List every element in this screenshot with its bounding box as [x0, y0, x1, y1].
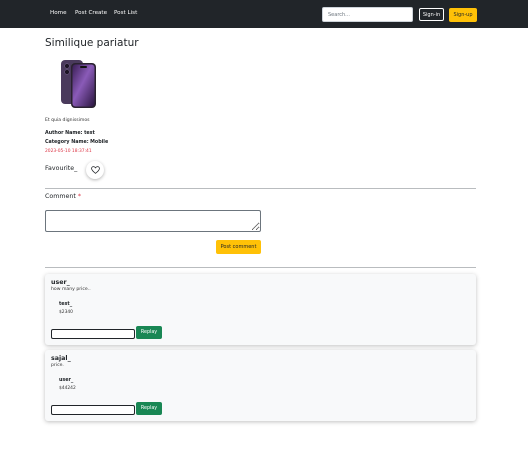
comment-user: sajal_ — [51, 355, 71, 362]
reply-input[interactable] — [51, 405, 135, 415]
comment-card: sajal_ price. user_ $44242 Replay — [45, 350, 476, 421]
comment-text: how many price.. — [51, 287, 91, 292]
reply-text: $2340 — [59, 310, 73, 315]
author-label: Author Name: — [45, 131, 83, 136]
required-mark: * — [77, 193, 82, 200]
comment-user: user_ — [51, 279, 70, 286]
author-line: Author Name: test — [45, 131, 95, 136]
replay-button[interactable]: Replay — [136, 402, 162, 415]
post-title: Similique pariatur — [45, 37, 139, 49]
sign-in-button[interactable]: Sign-in — [419, 8, 444, 21]
replay-button[interactable]: Replay — [136, 326, 162, 339]
comment-text: price. — [51, 363, 64, 368]
comment-label-text: Comment — [45, 193, 76, 200]
sign-up-button[interactable]: Sign-up — [449, 8, 477, 22]
reply-user: test_ — [59, 302, 73, 307]
reply-user: user_ — [59, 378, 74, 383]
category-label: Category Name: — [45, 140, 89, 145]
nav-post-create-link[interactable]: Post Create — [75, 10, 107, 16]
divider — [45, 267, 476, 268]
divider — [45, 188, 476, 189]
comment-textarea[interactable] — [45, 210, 261, 232]
search-input[interactable] — [322, 7, 413, 22]
comment-label: Comment * — [45, 193, 81, 200]
comment-card: user_ how many price.. test_ $2340 Repla… — [45, 274, 476, 345]
favourite-label: Favourite_ — [45, 165, 78, 172]
post-description: Et quia dignissimos — [45, 118, 90, 123]
post-timestamp: 2023-05-10 18:37:41 — [45, 149, 92, 154]
nav-home-link[interactable]: Home — [50, 10, 67, 16]
nav-post-list-link[interactable]: Post List — [114, 10, 137, 16]
category-line: Category Name: Mobile — [45, 140, 108, 145]
navbar: Home Post Create Post List Sign-in Sign-… — [0, 0, 528, 28]
category-name: Mobile — [90, 140, 109, 145]
heart-icon — [90, 166, 100, 174]
reply-text: $44242 — [59, 386, 76, 391]
post-image — [61, 60, 96, 108]
favourite-button[interactable] — [86, 161, 104, 179]
reply-input[interactable] — [51, 329, 135, 339]
author-name: test — [84, 131, 95, 136]
post-comment-button[interactable]: Post comment — [216, 240, 261, 254]
